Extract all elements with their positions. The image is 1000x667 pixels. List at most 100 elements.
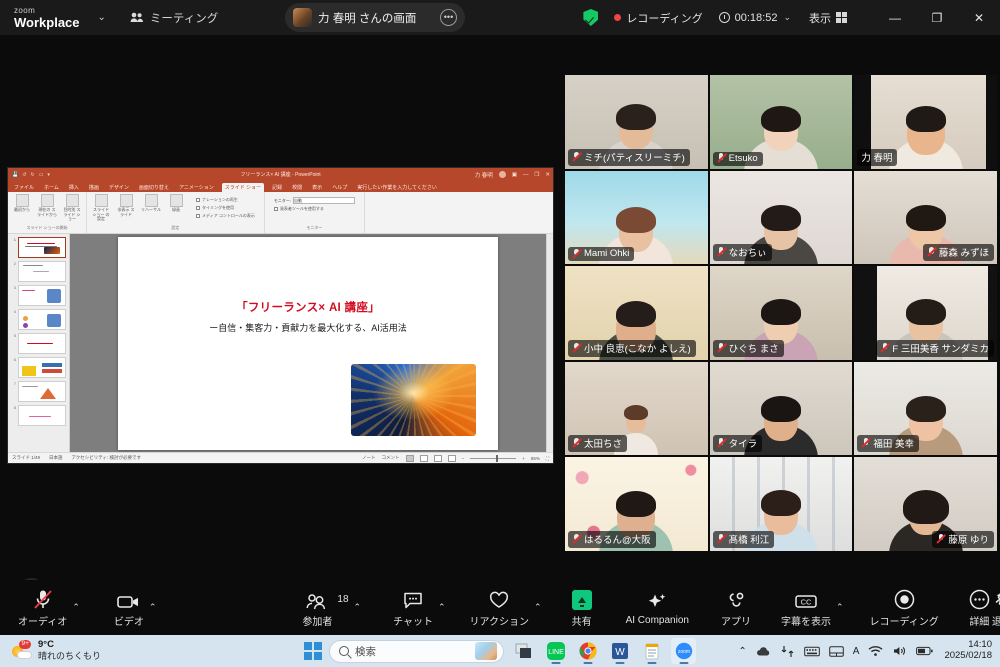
- use-timings-checkbox[interactable]: タイミングを使用: [196, 205, 255, 211]
- meetings-tab[interactable]: ミーティング: [130, 10, 218, 26]
- wifi-icon[interactable]: [868, 645, 883, 657]
- ppt-close-button[interactable]: ✕: [545, 172, 550, 178]
- ppt-tab-1[interactable]: ホーム: [42, 184, 61, 193]
- view-layout-button[interactable]: 表示: [809, 10, 848, 26]
- reading-view-button[interactable]: [433, 454, 442, 462]
- maximize-button[interactable]: ❐: [916, 0, 958, 35]
- ppt-tab-3[interactable]: 描画: [87, 184, 101, 193]
- meeting-timer[interactable]: 00:18:52: [718, 12, 777, 24]
- windows-start-icon[interactable]: [304, 642, 322, 660]
- slide-thumbnail-panel[interactable]: 1 2 3 4 5 6 7 8: [8, 234, 70, 452]
- monitor-select-row[interactable]: モニター: 自動: [274, 197, 355, 204]
- rehearse-timings-button[interactable]: リハーサル: [141, 194, 161, 213]
- ppt-account-name[interactable]: 力 春明: [475, 171, 493, 179]
- thumbnail-preview[interactable]: [18, 261, 66, 282]
- sorter-view-button[interactable]: [419, 454, 428, 462]
- thumbnail-preview[interactable]: [18, 381, 66, 402]
- thumbnail-6[interactable]: 6: [11, 357, 66, 378]
- thumbnail-8[interactable]: 8: [11, 405, 66, 426]
- normal-view-button[interactable]: [405, 454, 414, 462]
- leave-meeting-button[interactable]: 退出: [990, 588, 1000, 628]
- onedrive-sync-icon[interactable]: [780, 645, 795, 658]
- ppt-tab-8[interactable]: 記録: [270, 184, 284, 193]
- setup-slideshow-button[interactable]: スライド ショー の設定: [91, 194, 111, 222]
- workspace-chevron-down-icon[interactable]: ⌄: [98, 12, 106, 23]
- share-screen-button[interactable]: 共有: [571, 588, 592, 628]
- media-controls-checkbox[interactable]: メディア コントロールの表示: [196, 213, 255, 219]
- thumbnail-1[interactable]: 1: [11, 237, 66, 258]
- slide-scrollbar[interactable]: [546, 234, 553, 452]
- participant-tile-3[interactable]: Mami Ohki: [565, 170, 708, 265]
- participant-tile-0[interactable]: ミチ(パティスリーミチ): [565, 75, 708, 169]
- notes-button[interactable]: ノート: [362, 455, 376, 461]
- captions-button[interactable]: CC 字幕を表示: [781, 588, 831, 628]
- zoom-icon[interactable]: zoom: [671, 638, 696, 664]
- start-from-current-button[interactable]: 現在の スライドから: [37, 194, 57, 217]
- audio-button[interactable]: オーディオ: [18, 588, 67, 628]
- task-view-icon[interactable]: [511, 638, 536, 664]
- zoom-slider[interactable]: [470, 454, 517, 462]
- fit-slide-button[interactable]: ⛶: [546, 456, 549, 461]
- timer-chevron-down-icon[interactable]: ⌄: [783, 12, 791, 23]
- close-button[interactable]: ✕: [958, 0, 1000, 35]
- thumbnail-preview[interactable]: [18, 333, 66, 354]
- participants-chevron-up-icon[interactable]: ⌃: [354, 602, 362, 613]
- shield-check-icon[interactable]: [583, 9, 599, 26]
- cloud-icon[interactable]: [756, 646, 771, 657]
- thumbnail-preview[interactable]: [18, 357, 66, 378]
- ai-companion-button[interactable]: AI Companion: [626, 590, 689, 626]
- search-input[interactable]: 検索: [329, 639, 504, 663]
- participant-tile-8[interactable]: F 三田美香 サンダミカ: [854, 266, 997, 360]
- thumbnail-preview[interactable]: [18, 285, 66, 306]
- powerpoint-window[interactable]: 💾 ↺ ↻ ▭ ▾ フリーランス× AI 講座 - PowerPoint 力 春…: [8, 168, 553, 463]
- participant-tile-11[interactable]: 福田 美幸: [854, 361, 997, 456]
- participant-tile-10[interactable]: タイラ: [709, 361, 853, 456]
- participant-tile-14[interactable]: 藤原 ゆり: [854, 457, 997, 551]
- recording-button[interactable]: レコーディング: [870, 588, 939, 628]
- taskbar-clock[interactable]: 14:10 2025/02/18: [944, 639, 992, 662]
- thumbnail-3[interactable]: 3: [11, 285, 66, 306]
- participant-tile-13[interactable]: 髙橋 利江: [709, 457, 853, 551]
- participant-tile-9[interactable]: 太田ちさ: [565, 361, 708, 456]
- comments-button[interactable]: コメント: [382, 455, 400, 461]
- notepad-icon[interactable]: [639, 638, 664, 664]
- ppt-tab-11[interactable]: ヘルプ: [330, 184, 349, 193]
- slide-editing-area[interactable]: 「フリーランス× AI 講座」 ー自信・集客力・貢献力を最大化する、AI活用法: [70, 234, 546, 452]
- ime-a-icon[interactable]: A: [853, 646, 860, 657]
- thumbnail-5[interactable]: 5: [11, 333, 66, 354]
- apps-button[interactable]: アプリ: [721, 588, 751, 628]
- tray-overflow-chevron-icon[interactable]: ⌃: [738, 646, 746, 657]
- word-icon[interactable]: W: [607, 638, 632, 664]
- play-narration-checkbox[interactable]: ナレーションの再生: [196, 197, 255, 203]
- participant-tile-5[interactable]: 藤森 みずほ: [854, 170, 997, 265]
- ppt-minimize-button[interactable]: —: [523, 172, 529, 178]
- hide-slide-button[interactable]: 非表示 スライド: [116, 194, 136, 217]
- zoom-in-button[interactable]: +: [522, 456, 525, 461]
- thumbnail-7[interactable]: 7: [11, 381, 66, 402]
- ppt-tab-2[interactable]: 挿入: [67, 184, 81, 193]
- volume-icon[interactable]: [892, 645, 907, 657]
- ppt-tab-9[interactable]: 校閲: [290, 184, 304, 193]
- account-avatar[interactable]: [498, 171, 506, 178]
- participant-tile-1[interactable]: Etsuko: [709, 75, 853, 169]
- current-slide[interactable]: 「フリーランス× AI 講座」 ー自信・集客力・貢献力を最大化する、AI活用法: [118, 236, 498, 450]
- keyboard-icon[interactable]: [803, 646, 820, 657]
- thumbnail-preview[interactable]: [18, 237, 66, 258]
- ppt-tab-slideshow-active[interactable]: スライド ショー: [221, 183, 265, 192]
- tell-me-box[interactable]: 実行したい作業を入力してください: [355, 184, 439, 193]
- thumbnail-preview[interactable]: [18, 309, 66, 330]
- start-from-beginning-button[interactable]: 最初から: [12, 194, 32, 213]
- slideshow-view-button[interactable]: [447, 454, 456, 462]
- battery-icon[interactable]: [916, 646, 934, 656]
- audio-chevron-up-icon[interactable]: ⌃: [72, 602, 80, 613]
- ribbon-display-options-icon[interactable]: ▣: [512, 172, 517, 178]
- line-icon[interactable]: LINE: [543, 638, 568, 664]
- video-button[interactable]: ビデオ: [114, 588, 144, 628]
- participant-tile-12[interactable]: はるるん@大阪: [565, 457, 708, 551]
- reactions-button[interactable]: リアクション: [470, 588, 529, 628]
- thumbnail-2[interactable]: 2: [11, 261, 66, 282]
- participant-tile-4[interactable]: なおちぃ: [709, 170, 853, 265]
- chat-chevron-up-icon[interactable]: ⌃: [438, 602, 446, 613]
- ppt-tab-10[interactable]: 表示: [310, 184, 324, 193]
- participant-tile-2-active-speaker[interactable]: 力 春明: [854, 75, 997, 169]
